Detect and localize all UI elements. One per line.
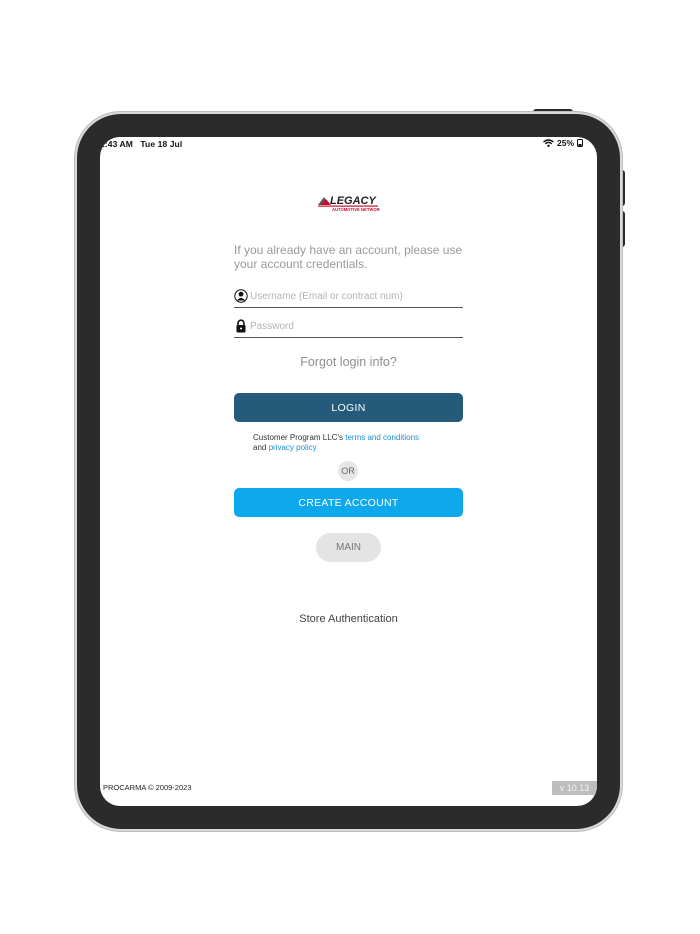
main-button[interactable]: MAIN [316, 533, 381, 562]
status-time: 1:43 AM Tue 18 Jul [100, 139, 182, 149]
battery-icon [577, 139, 583, 147]
create-account-button[interactable]: CREATE ACCOUNT [234, 488, 463, 517]
battery-percent: 25% [556, 138, 574, 148]
username-field[interactable] [234, 285, 463, 308]
wifi-icon [543, 139, 554, 147]
store-authentication-link[interactable]: Store Authentication [234, 613, 463, 625]
intro-text: If you already have an account, please u… [234, 243, 463, 271]
legacy-logo: LEGACY AUTOMOTIVE NETWORK [316, 193, 383, 213]
user-icon [234, 289, 248, 303]
status-time-text: 1:43 AM [100, 139, 133, 149]
or-divider: OR [338, 461, 358, 481]
username-input[interactable] [248, 290, 455, 302]
app-screen: 1:43 AM Tue 18 Jul 25% LEGACY AUTOMOTIVE… [100, 137, 597, 806]
status-indicators: 25% [543, 138, 583, 148]
login-button[interactable]: LOGIN [234, 393, 463, 422]
version-badge: v 10.13 [552, 781, 597, 795]
privacy-link[interactable]: privacy policy [269, 443, 317, 452]
legal-notice: Customer Program LLC's terms and conditi… [253, 433, 453, 453]
copyright-text: PROCARMA © 2009-2023 [103, 783, 192, 792]
logo-mark: LEGACY AUTOMOTIVE NETWORK [318, 195, 383, 212]
svg-text:LEGACY: LEGACY [330, 195, 378, 207]
password-input[interactable] [248, 320, 455, 332]
lock-icon [236, 319, 246, 333]
status-date: Tue 18 Jul [140, 139, 183, 149]
legal-and: and [253, 443, 269, 452]
svg-text:AUTOMOTIVE NETWORK: AUTOMOTIVE NETWORK [332, 207, 380, 212]
legal-prefix: Customer Program LLC's [253, 433, 346, 442]
terms-link[interactable]: terms and conditions [345, 433, 419, 442]
forgot-login-link[interactable]: Forgot login info? [234, 355, 463, 369]
password-field[interactable] [234, 315, 463, 338]
